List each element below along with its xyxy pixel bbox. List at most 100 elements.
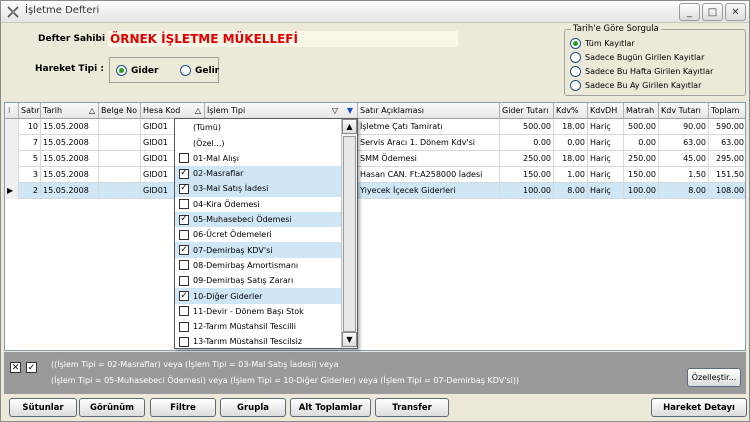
- cell-tarih: 15.05.2008: [41, 151, 99, 167]
- table-row[interactable]: ▶ 2 15.05.2008 GID01 Yiyecek İçecek Giderler…: [5, 183, 745, 199]
- col-belge-no[interactable]: Belge No: [99, 103, 141, 119]
- checkbox-icon[interactable]: [179, 229, 189, 240]
- group-button[interactable]: Grupla: [220, 398, 286, 417]
- cell-gider: 150.00: [500, 167, 554, 183]
- radio-today[interactable]: Sadece Bugün Girilen Kayıtlar: [570, 52, 704, 63]
- filter-option[interactable]: (Özel...): [175, 135, 341, 151]
- scroll-up-icon[interactable]: ▲: [342, 119, 357, 134]
- row-indicator[interactable]: [5, 119, 19, 135]
- col-gider-tutari[interactable]: Gider Tutarı: [500, 103, 554, 119]
- grid-header: ⁝ Satır Tarih △ Belge No Hesa Kod △ İşlem …: [5, 103, 745, 119]
- row-indicator[interactable]: [5, 135, 19, 151]
- radio-gelir[interactable]: Gelir: [180, 65, 219, 76]
- table-row[interactable]: 3 15.05.2008 GID01 Hasan CAN. Ft:A258000 İa…: [5, 167, 745, 183]
- owner-field: ÖRNEK İŞLETME MÜKELLEFİ: [108, 31, 458, 47]
- checkbox-icon[interactable]: [179, 336, 189, 347]
- filter-option[interactable]: ✓ 07-Demirbaş KDV'si: [175, 242, 341, 258]
- checkbox-icon[interactable]: [179, 321, 189, 332]
- filter-button[interactable]: Filtre: [150, 398, 216, 417]
- cell-kdvdh: Hariç: [588, 167, 624, 183]
- cell-satir: 10: [19, 119, 41, 135]
- title-bar: İşletme Defteri _ □ ✕: [1, 1, 749, 23]
- cell-kdvdh: Hariç: [588, 119, 624, 135]
- filter-option[interactable]: 11-Devir - Dönem Başı Stok: [175, 304, 341, 320]
- col-satir-aciklamasi[interactable]: Satır Açıklaması: [358, 103, 500, 119]
- maximize-button[interactable]: □: [702, 3, 723, 21]
- filter-option-label: 04-Kira Ödemesi: [193, 199, 260, 209]
- clear-filter-icon[interactable]: ✕: [10, 362, 21, 373]
- movement-detail-button[interactable]: Hareket Detayı: [651, 398, 747, 417]
- filter-option[interactable]: 01-Mal Alışı: [175, 151, 341, 167]
- col-matrah[interactable]: Matrah: [624, 103, 659, 119]
- checkbox-checked-icon[interactable]: ✓: [179, 168, 189, 179]
- checkbox-checked-icon[interactable]: ✓: [179, 214, 189, 225]
- radio-all-records[interactable]: Tüm Kayıtlar: [570, 38, 635, 49]
- radio-this-week[interactable]: Sadece Bu Hafta Girilen Kayıtlar: [570, 66, 713, 77]
- table-row[interactable]: 5 15.05.2008 GID01 SMM Ödemesi 250.00 18.00 Ha…: [5, 151, 745, 167]
- checkbox-icon[interactable]: [179, 153, 189, 164]
- filter-option[interactable]: 13-Tarım Müstahsil Tescilsiz: [175, 334, 341, 350]
- filter-option[interactable]: 04-Kira Ödemesi: [175, 197, 341, 213]
- col-kdv-tutari[interactable]: Kdv Tutarı: [659, 103, 709, 119]
- cell-kdvtutar: 63.00: [659, 135, 709, 151]
- filter-option[interactable]: ✓ 05-Muhasebeci Ödemesi: [175, 211, 341, 228]
- customize-filter-button[interactable]: Özelleştir...: [687, 368, 741, 387]
- radio-this-month[interactable]: Sadece Bu Ay Girilen Kayıtlar: [570, 80, 701, 91]
- filter-dropdown-icon[interactable]: ▼: [347, 103, 353, 119]
- col-toplam[interactable]: Toplam: [709, 103, 745, 119]
- filter-option[interactable]: ✓ 02-Masraflar: [175, 165, 341, 182]
- checkbox-checked-icon[interactable]: ✓: [179, 245, 189, 256]
- cell-matrah: 100.00: [624, 183, 659, 199]
- col-islem-tipi[interactable]: İşlem Tipi ▽ ▼: [205, 103, 358, 119]
- filter-enabled-checkbox[interactable]: ✓: [26, 362, 37, 373]
- filter-option[interactable]: 09-Demirbaş Satış Zararı: [175, 273, 341, 289]
- col-kdv-yuzde[interactable]: Kdv%: [554, 103, 588, 119]
- filter-option-label: 10-Diğer Giderler: [193, 291, 263, 301]
- col-satir[interactable]: Satır: [19, 103, 41, 119]
- cell-matrah: 150.00: [624, 167, 659, 183]
- transfer-button[interactable]: Transfer: [375, 398, 449, 417]
- filter-option-label: 12-Tarım Müstahsil Tescilli: [193, 322, 296, 332]
- filter-option[interactable]: 06-Ücret Ödemeleri: [175, 227, 341, 243]
- filter-expression-line1: ((İşlem Tipi = 02-Masraflar) veya (İşlem…: [51, 360, 339, 369]
- column-chooser-icon[interactable]: ⁝: [5, 103, 19, 119]
- row-indicator[interactable]: ▶: [5, 183, 19, 199]
- checkbox-icon[interactable]: [179, 199, 189, 210]
- cell-kdvtutar: 90.00: [659, 119, 709, 135]
- row-indicator[interactable]: [5, 151, 19, 167]
- cell-kdv: 18.00: [554, 119, 588, 135]
- checkbox-icon[interactable]: [179, 275, 189, 286]
- minimize-button[interactable]: _: [679, 3, 700, 21]
- checkbox-icon[interactable]: [179, 306, 189, 317]
- scroll-thumb[interactable]: [343, 136, 356, 332]
- subtotals-button[interactable]: Alt Toplamlar: [290, 398, 371, 417]
- date-query-group: Tarih'e Göre Sorgula Tüm Kayıtlar Sadece…: [564, 24, 746, 96]
- table-row[interactable]: 10 15.05.2008 GID01 İşletme Çatı Tamiratı 50…: [5, 119, 745, 135]
- filter-option[interactable]: 12-Tarım Müstahsil Tescilli: [175, 319, 341, 335]
- col-kdvdh[interactable]: KdvDH: [588, 103, 624, 119]
- col-tarih[interactable]: Tarih △: [41, 103, 99, 119]
- filter-option[interactable]: (Tümü): [175, 120, 341, 136]
- filter-option[interactable]: ✓ 03-Mal Satış İadesi: [175, 181, 341, 197]
- cell-gider: 100.00: [500, 183, 554, 199]
- window-title: İşletme Defteri: [25, 5, 100, 16]
- checkbox-icon[interactable]: [179, 260, 189, 271]
- filter-option[interactable]: ✓ 10-Diğer Giderler: [175, 288, 341, 304]
- filter-option-label: 09-Demirbaş Satış Zararı: [193, 276, 294, 286]
- checkbox-checked-icon[interactable]: ✓: [179, 291, 189, 302]
- window: İşletme Defteri _ □ ✕ Defter Sahibi : ÖR…: [0, 0, 750, 422]
- columns-button[interactable]: Sütunlar: [9, 398, 77, 417]
- radio-gider[interactable]: Gider: [116, 65, 158, 76]
- filter-option[interactable]: 08-Demirbaş Amortismanı: [175, 258, 341, 274]
- checkbox-checked-icon[interactable]: ✓: [179, 183, 189, 194]
- table-row[interactable]: 7 15.05.2008 GID01 Servis Aracı 1. Dönem Kd…: [5, 135, 745, 151]
- scroll-down-icon[interactable]: ▼: [342, 332, 357, 347]
- cell-kdvdh: Hariç: [588, 151, 624, 167]
- dropdown-scrollbar[interactable]: ▲ ▼: [341, 119, 357, 348]
- row-indicator[interactable]: [5, 167, 19, 183]
- close-button[interactable]: ✕: [725, 3, 746, 21]
- view-button[interactable]: Görünüm: [79, 398, 145, 417]
- col-hesap-kod[interactable]: Hesa Kod △: [141, 103, 205, 119]
- cell-toplam: 295.00: [709, 151, 745, 167]
- cell-gider: 0.00: [500, 135, 554, 151]
